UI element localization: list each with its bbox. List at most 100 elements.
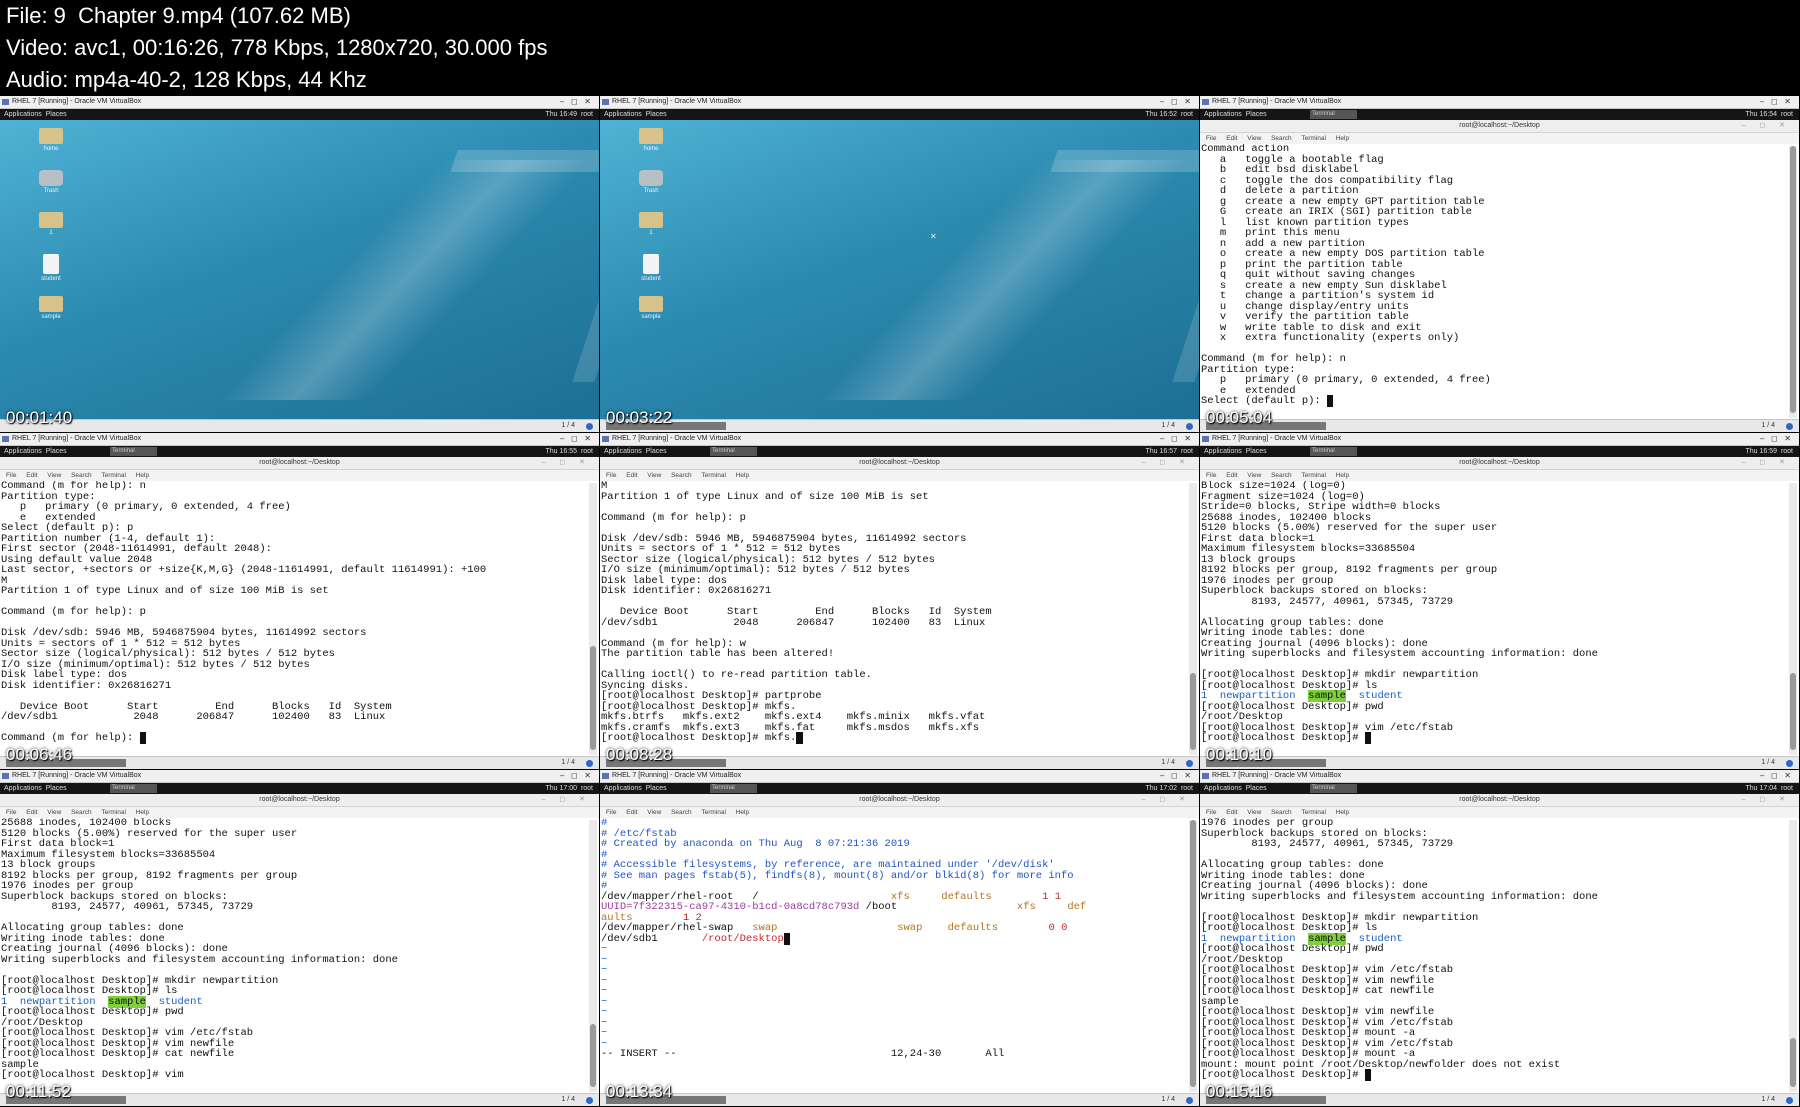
places-menu[interactable]: Places: [46, 785, 67, 792]
timestamp: 00:05:04: [1206, 408, 1273, 427]
terminal-window[interactable]: root@localhost:~/Desktop – ◻ ✕ File Edit …: [1200, 120, 1799, 420]
folder-icon[interactable]: 1: [36, 212, 66, 236]
virtualbox-icon: [1202, 773, 1209, 779]
taskbar-terminal[interactable]: Terminal: [1310, 447, 1357, 456]
trash-icon[interactable]: Trash: [636, 170, 666, 194]
taskbar-terminal[interactable]: Terminal: [1310, 784, 1357, 793]
terminal-menubar[interactable]: File Edit View Search Terminal Help: [600, 470, 1199, 481]
window-controls[interactable]: – ◻ ✕: [1760, 770, 1791, 782]
home-folder-icon[interactable]: home: [636, 128, 666, 152]
taskbar-terminal[interactable]: Terminal: [110, 784, 157, 793]
applications-menu[interactable]: Applications: [4, 448, 42, 455]
window-controls[interactable]: – ◻ ✕: [1760, 96, 1791, 108]
places-menu[interactable]: Places: [646, 785, 667, 792]
workspace-indicator[interactable]: 1 / 4: [1161, 757, 1175, 769]
terminal-window[interactable]: root@localhost:~/Desktop – ◻ ✕ File Edit …: [600, 794, 1199, 1094]
taskbar-terminal[interactable]: Terminal: [710, 447, 757, 456]
file-icon[interactable]: student: [36, 254, 66, 282]
terminal-menubar[interactable]: File Edit View Search Terminal Help: [1200, 133, 1799, 144]
applications-menu[interactable]: Applications: [1204, 785, 1242, 792]
terminal-menubar[interactable]: File Edit View Search Terminal Help: [1200, 470, 1799, 481]
trash-icon[interactable]: Trash: [36, 170, 66, 194]
terminal-scrollbar[interactable]: [1789, 146, 1797, 418]
taskbar-terminal[interactable]: Terminal: [710, 784, 757, 793]
terminal-output[interactable]: 25688 inodes, 102400 blocks 5120 blocks …: [0, 818, 585, 1094]
terminal-window[interactable]: root@localhost:~/Desktop – ◻ ✕ File Edit …: [1200, 794, 1799, 1094]
workspace-indicator[interactable]: 1 / 4: [1161, 1094, 1175, 1106]
workspace-indicator[interactable]: 1 / 4: [561, 757, 575, 769]
terminal-output[interactable]: Command action a toggle a bootable flag …: [1200, 144, 1785, 420]
home-folder-icon[interactable]: home: [36, 128, 66, 152]
file-icon[interactable]: student: [636, 254, 666, 282]
terminal-controls[interactable]: – ◻ ✕: [542, 457, 591, 469]
places-menu[interactable]: Places: [1246, 111, 1267, 118]
places-menu[interactable]: Places: [1246, 448, 1267, 455]
terminal-scrollbar[interactable]: [589, 820, 597, 1092]
user-menu[interactable]: root: [1181, 448, 1193, 455]
terminal-window[interactable]: root@localhost:~/Desktop – ◻ ✕ File Edit …: [0, 457, 599, 757]
folder-icon[interactable]: sample: [636, 296, 666, 320]
terminal-scrollbar[interactable]: [1189, 483, 1197, 755]
applications-menu[interactable]: Applications: [1204, 111, 1242, 118]
window-controls[interactable]: – ◻ ✕: [560, 770, 591, 782]
terminal-output[interactable]: Command (m for help): n Partition type: …: [0, 481, 585, 757]
gnome-top-bar: Applications Places Terminal Thu 16:57 roo…: [600, 446, 1199, 457]
terminal-scrollbar[interactable]: [1789, 483, 1797, 755]
terminal-scrollbar[interactable]: [1189, 820, 1197, 1092]
user-menu[interactable]: root: [1781, 785, 1793, 792]
applications-menu[interactable]: Applications: [1204, 448, 1242, 455]
vim-editor[interactable]: # # /etc/fstab # Created by anaconda on …: [600, 818, 1185, 1094]
terminal-output[interactable]: 1976 inodes per group Superblock backups…: [1200, 818, 1785, 1094]
user-menu[interactable]: root: [1181, 111, 1193, 118]
workspace-indicator[interactable]: 1 / 4: [1761, 1094, 1775, 1106]
places-menu[interactable]: Places: [46, 448, 67, 455]
terminal-controls[interactable]: – ◻ ✕: [1742, 457, 1791, 469]
applications-menu[interactable]: Applications: [604, 111, 642, 118]
folder-icon[interactable]: sample: [36, 296, 66, 320]
terminal-menubar[interactable]: File Edit View Search Terminal Help: [1200, 807, 1799, 818]
terminal-output[interactable]: Block size=1024 (log=0) Fragment size=10…: [1200, 481, 1785, 757]
user-menu[interactable]: root: [1781, 448, 1793, 455]
user-menu[interactable]: root: [581, 448, 593, 455]
terminal-controls[interactable]: – ◻ ✕: [542, 794, 591, 806]
workspace-indicator[interactable]: 1 / 4: [1761, 757, 1775, 769]
terminal-window[interactable]: root@localhost:~/Desktop – ◻ ✕ File Edit …: [0, 794, 599, 1094]
terminal-controls[interactable]: – ◻ ✕: [1142, 794, 1191, 806]
user-menu[interactable]: root: [1181, 785, 1193, 792]
window-controls[interactable]: – ◻ ✕: [560, 96, 591, 108]
terminal-controls[interactable]: – ◻ ✕: [1742, 794, 1791, 806]
terminal-window[interactable]: root@localhost:~/Desktop – ◻ ✕ File Edit …: [600, 457, 1199, 757]
applications-menu[interactable]: Applications: [4, 785, 42, 792]
applications-menu[interactable]: Applications: [4, 111, 42, 118]
window-controls[interactable]: – ◻ ✕: [560, 433, 591, 445]
places-menu[interactable]: Places: [646, 448, 667, 455]
terminal-scrollbar[interactable]: [1789, 820, 1797, 1092]
terminal-menubar[interactable]: File Edit View Search Terminal Help: [600, 807, 1199, 818]
places-menu[interactable]: Places: [646, 111, 667, 118]
places-menu[interactable]: Places: [46, 111, 67, 118]
taskbar-terminal[interactable]: Terminal: [110, 447, 157, 456]
taskbar-terminal[interactable]: Terminal: [1310, 110, 1357, 119]
applications-menu[interactable]: Applications: [604, 448, 642, 455]
user-menu[interactable]: root: [581, 785, 593, 792]
workspace-indicator[interactable]: 1 / 4: [1161, 420, 1175, 432]
terminal-scrollbar[interactable]: [589, 483, 597, 755]
terminal-menubar[interactable]: File Edit View Search Terminal Help: [0, 470, 599, 481]
terminal-output[interactable]: M Partition 1 of type Linux and of size …: [600, 481, 1185, 757]
applications-menu[interactable]: Applications: [604, 785, 642, 792]
places-menu[interactable]: Places: [1246, 785, 1267, 792]
user-menu[interactable]: root: [1781, 111, 1793, 118]
window-controls[interactable]: – ◻ ✕: [1160, 770, 1191, 782]
user-menu[interactable]: root: [581, 111, 593, 118]
window-controls[interactable]: – ◻ ✕: [1160, 96, 1191, 108]
terminal-menubar[interactable]: File Edit View Search Terminal Help: [0, 807, 599, 818]
window-controls[interactable]: – ◻ ✕: [1160, 433, 1191, 445]
terminal-controls[interactable]: – ◻ ✕: [1742, 120, 1791, 132]
terminal-controls[interactable]: – ◻ ✕: [1142, 457, 1191, 469]
window-controls[interactable]: – ◻ ✕: [1760, 433, 1791, 445]
workspace-indicator[interactable]: 1 / 4: [1761, 420, 1775, 432]
terminal-window[interactable]: root@localhost:~/Desktop – ◻ ✕ File Edit …: [1200, 457, 1799, 757]
workspace-indicator[interactable]: 1 / 4: [561, 1094, 575, 1106]
folder-icon[interactable]: 1: [636, 212, 666, 236]
workspace-indicator[interactable]: 1 / 4: [561, 420, 575, 432]
